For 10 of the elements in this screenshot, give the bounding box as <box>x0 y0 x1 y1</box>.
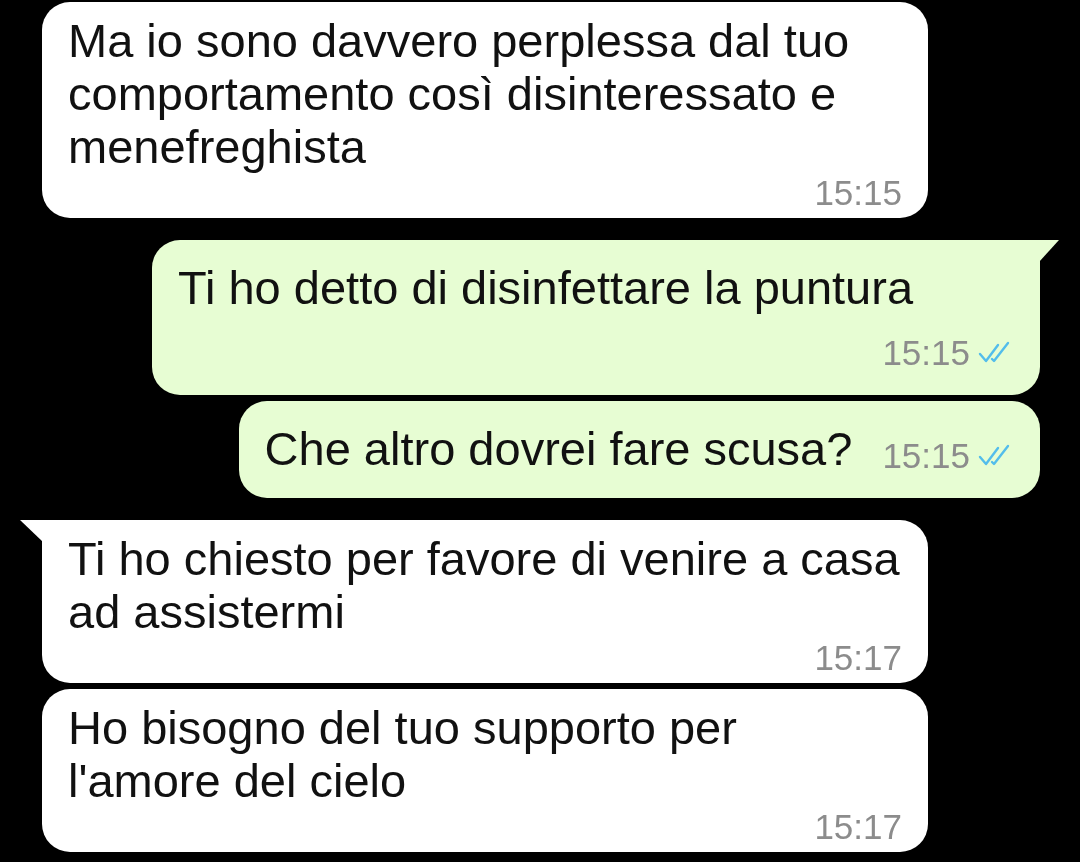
message-text: Che altro dovrei fare scusa? <box>264 421 853 476</box>
message-text: Ti ho chiesto per favore di venire a casa ad assistermi <box>68 532 901 638</box>
message-text: Ho bisogno del tuo supporto per l'amore del cielo <box>68 701 738 807</box>
message-time: 15:17 <box>814 807 902 847</box>
message-time: 15:15 <box>814 173 902 213</box>
message-time: 15:15 <box>882 436 970 476</box>
message-time: 15:15 <box>882 333 970 373</box>
message-text: Ti ho detto di disinfettare la puntura <box>178 260 914 315</box>
message-text: Ma io sono davvero perplessa dal tuo comportamento così disinteressato e menefreghista <box>68 14 851 173</box>
message-time: 15:17 <box>814 638 902 678</box>
